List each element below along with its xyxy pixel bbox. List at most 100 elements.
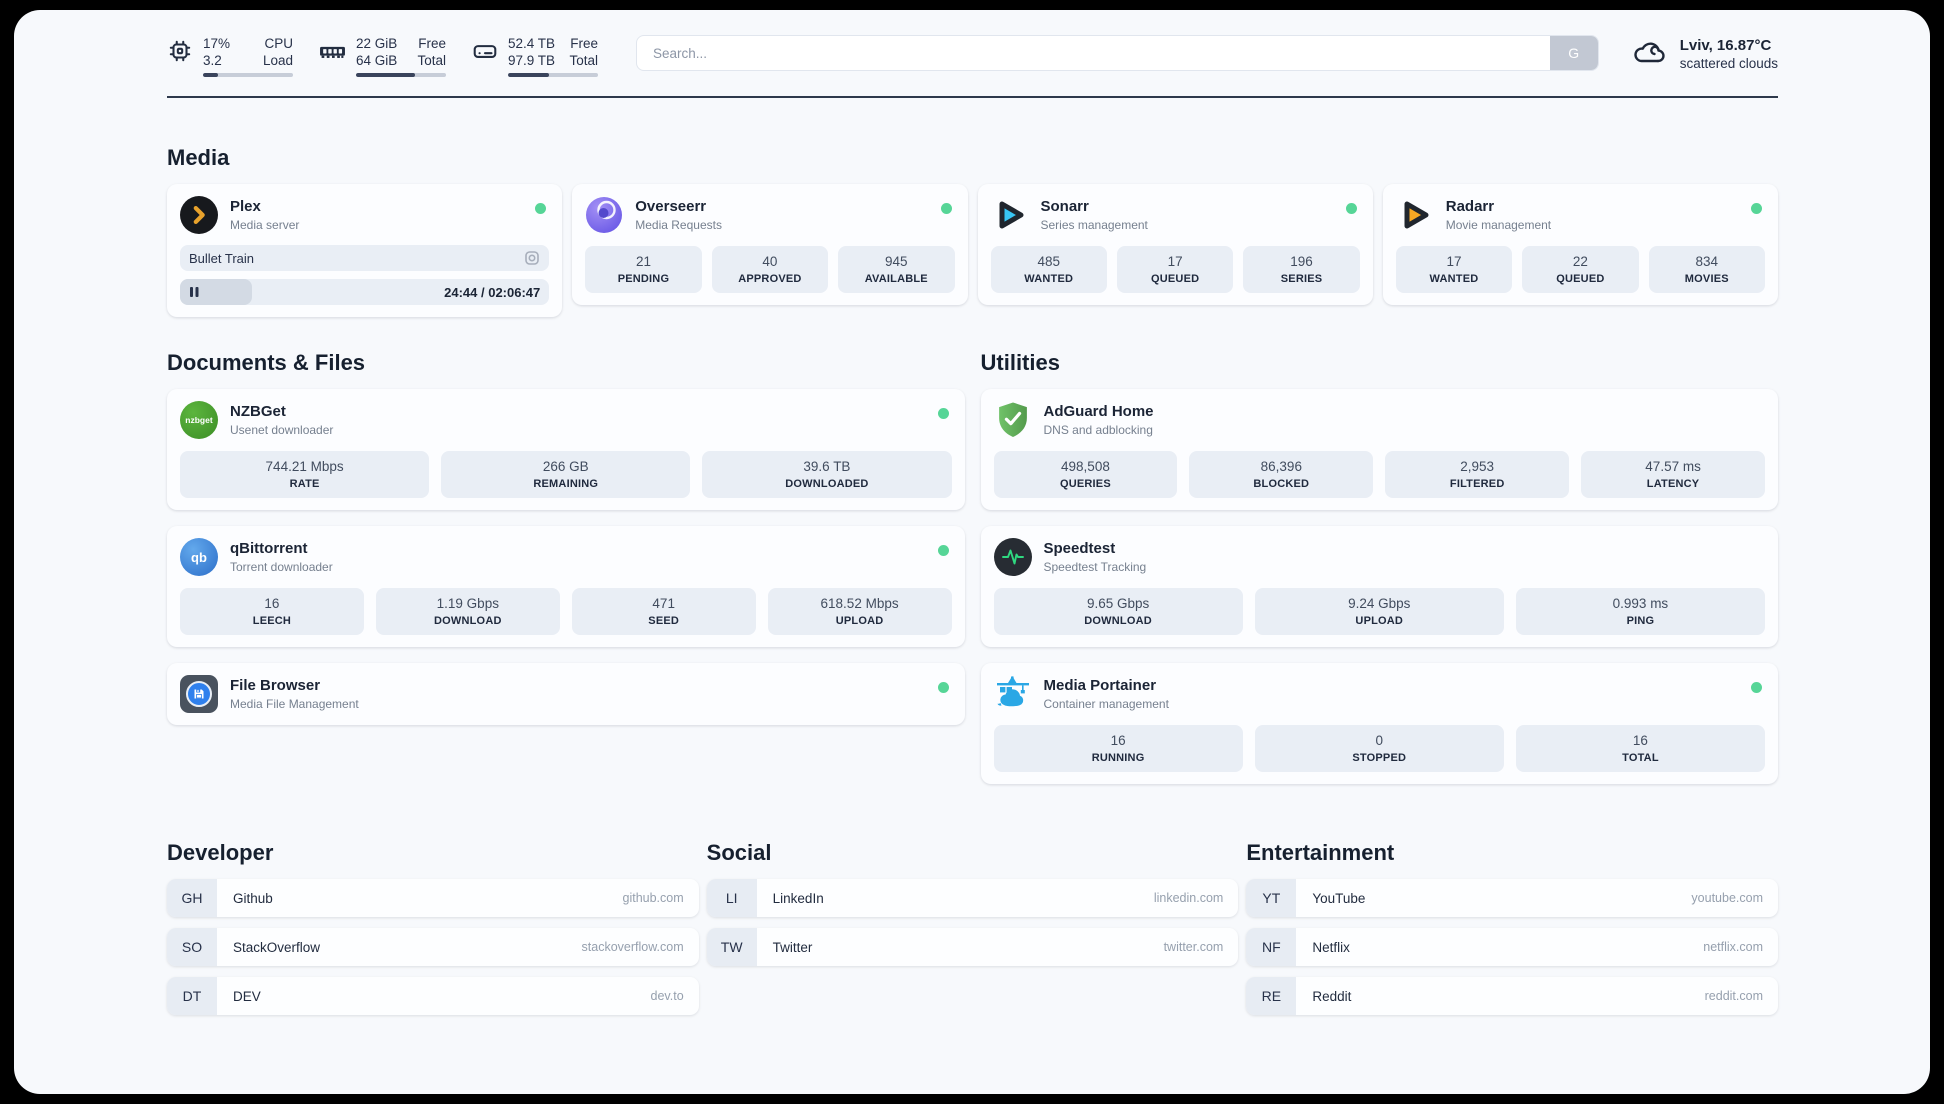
bookmark-github[interactable]: GH Github github.com xyxy=(167,879,699,917)
service-name: NZBGet xyxy=(230,403,286,420)
status-online-dot xyxy=(1345,203,1357,214)
ram-progress-bar xyxy=(356,73,446,77)
bookmark-group-developer: Developer GH Github github.com SO StackO… xyxy=(167,840,699,1015)
qbittorrent-icon: qb xyxy=(180,538,218,576)
section-title-entertainment: Entertainment xyxy=(1246,840,1395,865)
service-name: Overseerr xyxy=(635,198,707,215)
bookmark-domain: twitter.com xyxy=(1163,940,1224,954)
bookmark-domain: reddit.com xyxy=(1704,989,1763,1003)
service-subtitle: Series management xyxy=(1040,218,1148,232)
service-card-speedtest[interactable]: Speedtest Speedtest Tracking 9.65 Gbps DO… xyxy=(980,526,1778,647)
cpu-load-value: 3.2 xyxy=(203,53,222,68)
service-card-filebrowser[interactable]: File Browser Media File Management xyxy=(167,663,965,725)
service-card-adguard[interactable]: AdGuard Home DNS and adblocking 498,508 Q… xyxy=(980,389,1778,510)
weather-location-temp: Lviv, 16.87°C xyxy=(1679,36,1772,54)
service-card-radarr[interactable]: Radarr Movie management 17 WANTED 22 QUEUE… xyxy=(1382,184,1778,305)
bookmark-youtube[interactable]: YT YouTube youtube.com xyxy=(1246,879,1778,917)
stat-download: 9.65 Gbps DOWNLOAD xyxy=(993,588,1243,635)
bookmark-stackoverflow[interactable]: SO StackOverflow stackoverflow.com xyxy=(167,928,699,966)
bookmark-domain: dev.to xyxy=(650,989,684,1003)
ram-progress-fill xyxy=(356,73,416,77)
bookmark-group-social: Social LI LinkedIn linkedin.com TW Twitt… xyxy=(706,840,1239,966)
bookmark-domain: stackoverflow.com xyxy=(581,940,684,954)
bookmark-abbr: SO xyxy=(167,928,217,966)
portainer-icon xyxy=(994,675,1032,713)
plex-progress-row: 24:44 / 02:06:47 xyxy=(180,279,550,305)
section-title-documents: Documents & Files xyxy=(167,350,366,375)
bookmark-domain: github.com xyxy=(622,891,684,905)
stat-running: 16 RUNNING xyxy=(993,725,1243,772)
stat-ping: 0.993 ms PING xyxy=(1515,588,1766,635)
stat-download: 1.19 Gbps DOWNLOAD xyxy=(375,588,560,635)
stat-upload: 9.24 Gbps UPLOAD xyxy=(1254,588,1504,635)
status-online-dot xyxy=(937,545,949,556)
cpu-icon xyxy=(167,35,193,69)
stat-filtered: 2,953 FILTERED xyxy=(1385,451,1570,498)
disk-total-value: 97.9 TB xyxy=(508,53,556,68)
service-subtitle: Movie management xyxy=(1445,218,1552,232)
cpu-progress-fill xyxy=(203,73,219,77)
memory-widget: 22 GiB Free 64 GiB Total xyxy=(319,35,446,77)
service-name: Media Portainer xyxy=(1043,677,1157,694)
bookmark-abbr: LI xyxy=(706,879,757,917)
bookmark-name: Github xyxy=(233,890,273,906)
stat-rate: 744.21 Mbps RATE xyxy=(180,451,430,498)
service-name: Sonarr xyxy=(1040,198,1089,215)
stat-downloaded: 39.6 TB DOWNLOADED xyxy=(702,451,952,498)
bookmark-name: Twitter xyxy=(772,939,813,955)
stat-latency: 47.57 ms LATENCY xyxy=(1581,451,1765,498)
adguard-icon xyxy=(994,401,1032,439)
plex-now-playing-row: Bullet Train xyxy=(180,245,550,271)
status-online-dot xyxy=(937,682,949,693)
bookmark-abbr: NF xyxy=(1246,928,1297,966)
status-online-dot xyxy=(1751,203,1762,214)
bookmark-name: Reddit xyxy=(1312,988,1352,1004)
search-provider-button[interactable]: G xyxy=(1549,36,1598,70)
service-subtitle: Torrent downloader xyxy=(230,560,333,574)
ram-free-value: 22 GiB xyxy=(356,36,398,51)
bookmark-name: Netflix xyxy=(1312,939,1350,955)
dashboard-page: 17% CPU 3.2 Load 22 GiB Free 64 GiB Tota… xyxy=(14,10,1930,1094)
service-card-qbittorrent[interactable]: qb qBittorrent Torrent downloader 16 LEEC… xyxy=(167,526,965,647)
service-name: Plex xyxy=(230,198,261,215)
stat-seed: 471 SEED xyxy=(571,588,756,635)
cpu-load-label: Load xyxy=(262,53,293,68)
stat-queued: 22 QUEUED xyxy=(1522,246,1639,293)
stat-pending: 21 PENDING xyxy=(585,246,702,293)
top-bar: 17% CPU 3.2 Load 22 GiB Free 64 GiB Tota… xyxy=(167,32,1778,80)
speedtest-icon xyxy=(993,538,1032,576)
service-card-sonarr[interactable]: Sonarr Series management 485 WANTED 17 QUE… xyxy=(977,184,1373,305)
weather-condition: scattered clouds xyxy=(1679,55,1778,71)
stat-wanted: 17 WANTED xyxy=(1395,246,1513,293)
bookmark-linkedin[interactable]: LI LinkedIn linkedin.com xyxy=(706,879,1239,917)
service-card-portainer[interactable]: Media Portainer Container management 16 R… xyxy=(980,663,1778,784)
cpu-widget: 17% CPU 3.2 Load xyxy=(167,35,293,77)
service-card-overseerr[interactable]: Overseerr Media Requests 21 PENDING 40 APP… xyxy=(572,184,968,305)
service-name: Radarr xyxy=(1445,198,1495,215)
stat-available: 945 AVAILABLE xyxy=(838,246,955,293)
bookmark-twitter[interactable]: TW Twitter twitter.com xyxy=(706,928,1239,966)
radarr-icon xyxy=(1396,196,1434,234)
stat-stopped: 0 STOPPED xyxy=(1254,725,1504,772)
bookmark-domain: netflix.com xyxy=(1703,940,1763,954)
bookmark-dev[interactable]: DT DEV dev.to xyxy=(167,977,699,1015)
service-name: AdGuard Home xyxy=(1043,403,1154,420)
stat-remaining: 266 GB REMAINING xyxy=(441,451,691,498)
ram-total-value: 64 GiB xyxy=(356,53,398,68)
header-divider xyxy=(167,96,1778,98)
service-subtitle: DNS and adblocking xyxy=(1043,423,1153,437)
bookmark-netflix[interactable]: NF Netflix netflix.com xyxy=(1246,928,1778,966)
bookmark-domain: youtube.com xyxy=(1691,891,1763,905)
media-grid: Plex Media server Bullet Train 24:44 / 0… xyxy=(167,184,1778,317)
service-subtitle: Media File Management xyxy=(230,697,359,711)
service-subtitle: Container management xyxy=(1043,697,1169,711)
service-name: File Browser xyxy=(230,677,321,694)
bookmark-reddit[interactable]: RE Reddit reddit.com xyxy=(1246,977,1778,1015)
service-card-nzbget[interactable]: nzbget NZBGet Usenet downloader 744.21 M… xyxy=(167,389,965,510)
service-card-plex[interactable]: Plex Media server Bullet Train 24:44 / 0… xyxy=(167,184,563,317)
utilities-column: Utilities AdGuard Home DNS and adblockin… xyxy=(980,350,1778,784)
search-input[interactable] xyxy=(636,35,1599,71)
cpu-usage-label: CPU xyxy=(264,36,293,51)
bookmark-abbr: DT xyxy=(167,977,217,1015)
cpu-usage-value: 17% xyxy=(203,36,231,51)
